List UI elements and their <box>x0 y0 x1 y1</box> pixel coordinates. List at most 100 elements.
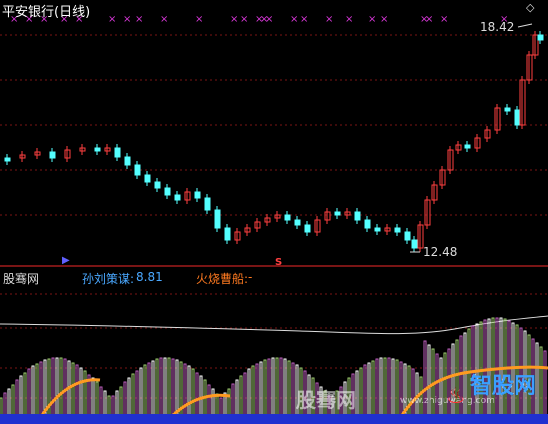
candle-body <box>134 164 141 176</box>
candle-body <box>174 194 181 201</box>
candle-body <box>537 34 544 41</box>
cross-marker: × <box>160 14 168 25</box>
indicator-bar <box>287 360 291 419</box>
indicator-2-name: 火烧曹船: <box>196 272 249 286</box>
indicator-bar <box>139 367 143 419</box>
indicator-bar <box>71 362 75 419</box>
indicator-bar <box>411 368 415 419</box>
candle-body <box>144 174 151 183</box>
indicator-bar <box>163 357 167 419</box>
indicator-bar <box>535 342 539 419</box>
candle-body <box>504 107 511 112</box>
indicator-bar <box>15 379 19 419</box>
indicator-bar <box>387 357 391 419</box>
indicator-bar <box>191 368 195 419</box>
indicator-bar <box>407 365 411 419</box>
indicator-bar <box>127 377 131 419</box>
indicator-bar <box>251 365 255 419</box>
cross-marker: × <box>325 14 333 25</box>
cross-marker: × <box>345 14 353 25</box>
indicator-bar <box>227 388 231 419</box>
indicator-1-name: 孙刘策谋: <box>82 272 135 286</box>
cross-marker: × <box>230 14 238 25</box>
indicator-bar <box>115 390 119 419</box>
indicator-bar <box>207 384 211 419</box>
candle-body <box>49 151 56 159</box>
indicator-bar <box>239 375 243 419</box>
cross-marker: × <box>440 14 448 25</box>
indicator-bar <box>119 386 123 419</box>
indicator-bar <box>279 357 283 419</box>
flame-logo-icon: ♨ <box>446 384 466 409</box>
indicator-bar <box>19 375 23 419</box>
indicator-bar <box>439 357 443 419</box>
indicator-bar <box>47 358 51 419</box>
settings-diamond-icon[interactable]: ◇ <box>526 1 534 14</box>
high-pointer-line <box>517 23 533 28</box>
candle-body <box>464 144 471 149</box>
indicator-bar <box>427 344 431 419</box>
indicator-bar <box>143 364 147 419</box>
candle-body <box>304 224 311 233</box>
indicator-bar <box>367 362 371 419</box>
high-price-label: 18.42 <box>480 20 515 34</box>
cross-marker: × <box>290 14 298 25</box>
candle-body <box>394 227 401 233</box>
candle-body <box>294 219 301 226</box>
candle-body <box>514 109 521 126</box>
indicator-bar <box>99 386 103 419</box>
indicator-bar <box>435 353 439 419</box>
indicator-bar <box>91 377 95 419</box>
indicator-bar <box>211 388 215 419</box>
indicator-bar <box>371 360 375 419</box>
indicator-bar <box>147 362 151 419</box>
indicator-bar <box>183 363 187 419</box>
indicator-2-value: - <box>248 270 253 284</box>
indicator-line <box>0 315 548 335</box>
indicator-bar <box>187 365 191 419</box>
candle-body <box>224 227 231 241</box>
panel-divider <box>0 265 548 267</box>
indicator-bar <box>59 357 63 419</box>
indicator-bar <box>23 372 27 419</box>
cross-marker: × <box>195 14 203 25</box>
indicator-bar <box>379 357 383 419</box>
cross-marker: × <box>265 14 273 25</box>
indicator-bar <box>7 388 11 419</box>
indicator-bar <box>391 358 395 419</box>
indicator-bar <box>151 360 155 419</box>
candle-body <box>411 239 418 249</box>
indicator-bar <box>247 368 251 419</box>
candle-body <box>194 191 201 199</box>
candle-body <box>124 156 131 166</box>
indicator-bar <box>539 346 543 419</box>
indicator-bar <box>383 357 387 419</box>
indicator-panel[interactable]: 股骞网 孙刘策谋: 8.81 火烧曹船: - 股骞网 智股网 www.zhigu… <box>0 268 548 424</box>
indicator-bar <box>159 357 163 419</box>
indicator-bar <box>259 361 263 419</box>
base-strip <box>0 414 548 424</box>
watermark-left: 股骞网 <box>296 388 356 412</box>
cross-marker: × <box>380 14 388 25</box>
indicator-bar <box>11 384 15 419</box>
indicator-bar <box>543 350 547 419</box>
indicator-bar <box>355 370 359 419</box>
indicator-bar <box>267 358 271 419</box>
chart-title: 平安银行(日线) <box>2 5 91 20</box>
main-chart-panel[interactable]: × × × × × × × × × × × × × × × × × × × × × × × × × 平安银行(日线) 18.42… <box>0 0 548 268</box>
indicator-bar <box>231 383 235 419</box>
indicator-bar <box>423 340 427 419</box>
indicator-bar <box>167 357 171 419</box>
candle-body <box>94 147 101 152</box>
indicator-bar <box>363 364 367 419</box>
candle-body <box>354 211 361 221</box>
indicator-bar <box>39 361 43 419</box>
cross-marker: × <box>240 14 248 25</box>
indicator-bar <box>171 358 175 419</box>
indicator-bar <box>55 357 59 419</box>
cross-marker: × <box>368 14 376 25</box>
candlestick-chart[interactable]: × × × × × × × × × × × × ××× × × × × × × ×× × × <box>0 0 548 265</box>
indicator-bar <box>195 372 199 419</box>
indicator-bar <box>83 370 87 419</box>
cross-marker: × <box>123 14 131 25</box>
